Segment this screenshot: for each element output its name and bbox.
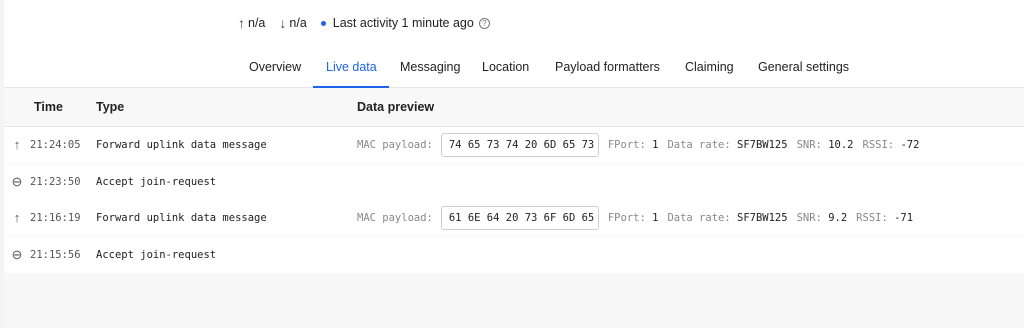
downlink-stat: ↓ n/a [279,15,306,31]
event-type: Accept join-request [96,249,217,261]
data-rate-label: Data rate: [667,212,731,224]
tab-live-data[interactable]: Live data [313,48,389,88]
fport-label: FPort: [607,212,646,224]
column-header-time[interactable]: Time [34,88,63,126]
fport-label: FPort: [607,139,646,151]
uplink-arrow-icon: ↑ [13,210,21,225]
snr-value: 10.2 [828,139,854,151]
tab-payload-formatters[interactable]: Payload formatters [555,48,660,87]
uplink-arrow-icon: ↑ [13,137,21,152]
snr-value: 9.2 [828,212,848,224]
event-list: ↑ 21:24:05 Forward uplink data message M… [4,127,1024,328]
column-header-data-preview: Data preview [357,100,435,114]
rssi-label: RSSI: [862,139,895,151]
table-row[interactable]: ↑ 21:16:19 Forward uplink data message M… [4,200,1024,236]
mac-payload-label: MAC payload: [357,139,433,151]
arrow-down-icon: ↓ [279,15,287,31]
table-row[interactable]: ⊖ 21:15:56 Accept join-request [4,237,1024,273]
fport-value: 1 [652,212,659,224]
event-time: 21:16:19 [30,212,81,224]
tab-claiming[interactable]: Claiming [685,48,734,87]
table-row[interactable]: ↑ 21:24:05 Forward uplink data message M… [4,127,1024,163]
data-rate-value: SF7BW125 [737,139,788,151]
tab-overview[interactable]: Overview [249,48,301,87]
mac-payload-field[interactable]: 74 65 73 74 20 6D 65 73 ... [440,133,599,157]
status-bar: ↑ n/a ↓ n/a Last activity 1 minute ago ? [238,14,490,32]
event-type: Forward uplink data message [96,212,267,224]
arrow-up-icon: ↑ [238,15,245,31]
snr-label: SNR: [796,212,822,224]
rssi-label: RSSI: [856,212,888,224]
table-header: Time Type Data preview [4,88,1024,127]
data-preview: MAC payload: 61 6E 64 20 73 6F 6D 65 ...… [357,200,922,236]
downlink-value: n/a [289,16,307,30]
rssi-value: -72 [900,139,920,151]
mac-payload-label: MAC payload: [357,212,433,224]
last-activity-text: Last activity 1 minute ago [332,16,474,30]
rssi-value: -71 [894,212,914,224]
event-time: 21:15:56 [30,249,81,261]
snr-label: SNR: [796,139,822,151]
event-time: 21:24:05 [30,139,81,151]
data-rate-label: Data rate: [667,139,731,151]
event-type: Forward uplink data message [96,139,267,151]
tab-messaging[interactable]: Messaging [400,48,460,87]
link-icon: ⊖ [11,174,23,189]
tab-general-settings[interactable]: General settings [758,48,849,87]
help-icon[interactable]: ? [478,17,490,29]
event-time: 21:23:50 [30,176,81,188]
uplink-value: n/a [248,16,266,30]
event-type: Accept join-request [96,176,217,188]
fport-value: 1 [652,139,659,151]
data-preview: MAC payload: 74 65 73 74 20 6D 65 73 ...… [357,127,928,163]
uplink-stat: ↑ n/a [238,15,265,31]
column-header-type[interactable]: Type [96,88,124,126]
link-icon: ⊖ [11,247,23,262]
activity-dot-icon [320,20,326,26]
data-rate-value: SF7BW125 [737,212,788,224]
tab-location[interactable]: Location [482,48,529,87]
device-tabs: Overview Live data Messaging Location Pa… [4,48,1024,88]
mac-payload-field[interactable]: 61 6E 64 20 73 6F 6D 65 ... [440,206,599,230]
last-activity: Last activity 1 minute ago ? [320,16,490,30]
table-row[interactable]: ⊖ 21:23:50 Accept join-request [4,164,1024,200]
